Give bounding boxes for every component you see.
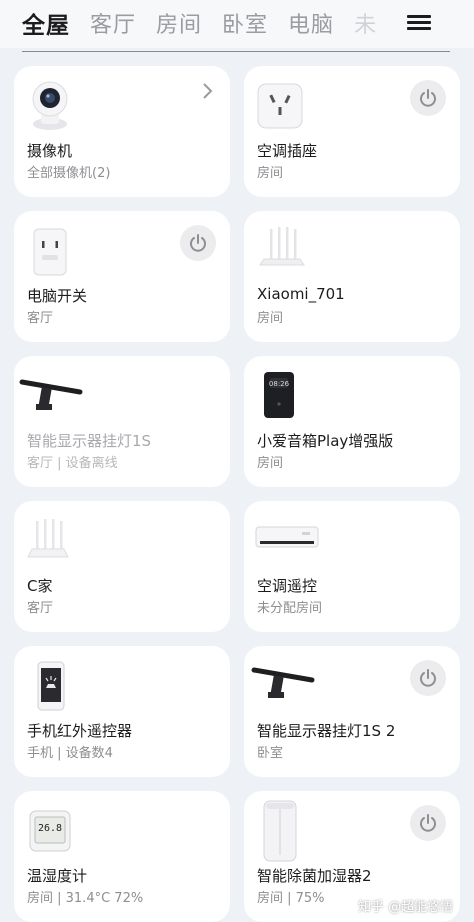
router-icon (27, 519, 69, 558)
power-icon (420, 814, 436, 832)
device-name: 智能显示器挂灯1S 2 (257, 722, 396, 740)
humidifier-icon (263, 800, 297, 862)
device-name: 空调遥控 (257, 577, 318, 595)
tab-living-room[interactable]: 客厅 (90, 7, 136, 39)
device-name: C家 (27, 577, 53, 595)
device-subtitle: 房间 | 75% (257, 891, 325, 906)
device-subtitle: 房间 (257, 311, 284, 326)
socket-icon (33, 228, 67, 276)
device-card-monitor-light-2[interactable]: 智能显示器挂灯1S 2 卧室 (244, 646, 460, 777)
menu-icon[interactable] (407, 12, 431, 34)
device-card-ac-socket[interactable]: 空调插座 房间 (244, 66, 460, 197)
power-button[interactable] (410, 660, 446, 696)
device-subtitle: 客厅 | 设备离线 (27, 456, 118, 471)
device-name: 温湿度计 (27, 867, 88, 885)
power-icon (190, 234, 206, 252)
top-bar: 全屋 客厅 房间 卧室 电脑 未 (0, 0, 474, 48)
device-subtitle: 未分配房间 (257, 601, 323, 616)
device-name: 空调插座 (257, 142, 318, 160)
thermo-reading: 26.8 (38, 823, 62, 834)
tab-computer[interactable]: 电脑 (288, 7, 334, 39)
device-subtitle: 卧室 (257, 746, 284, 761)
power-button[interactable] (180, 225, 216, 261)
power-button[interactable] (410, 805, 446, 841)
tab-unassigned[interactable]: 未 (354, 7, 377, 39)
device-name: 小爱音箱Play增强版 (257, 432, 394, 450)
monitor-light-icon (19, 379, 83, 410)
device-name: 电脑开关 (27, 287, 88, 305)
thermometer-icon: 26.8 (29, 810, 71, 852)
device-subtitle: 房间 | 31.4°C 72% (27, 891, 144, 906)
power-icon (420, 89, 436, 107)
device-card-camera[interactable]: 摄像机 全部摄像机(2) (14, 66, 230, 197)
device-name: 手机红外遥控器 (27, 722, 133, 740)
monitor-light-icon (251, 667, 315, 698)
room-tabs: 全屋 客厅 房间 卧室 电脑 未 (22, 6, 402, 40)
router-icon (259, 227, 305, 266)
device-card-xiaoai-speaker[interactable]: 08:26 小爱音箱Play增强版 房间 (244, 356, 460, 487)
ac-socket-icon (257, 83, 303, 129)
device-card-c-home[interactable]: C家 客厅 (14, 501, 230, 632)
device-card-ac-remote[interactable]: 空调遥控 未分配房间 (244, 501, 460, 632)
device-card-pc-switch[interactable]: 电脑开关 客厅 (14, 211, 230, 342)
device-subtitle: 手机 | 设备数4 (27, 746, 113, 761)
tab-all-home[interactable]: 全屋 (22, 6, 70, 40)
device-subtitle: 房间 (257, 456, 284, 471)
camera-icon (32, 81, 68, 130)
device-name: 智能除菌加湿器2 (257, 867, 372, 885)
power-icon (420, 669, 436, 687)
chevron-right-icon[interactable] (202, 82, 214, 100)
device-subtitle: 客厅 (27, 311, 54, 326)
phone-icon (37, 661, 65, 711)
power-button[interactable] (410, 80, 446, 116)
ac-unit-icon (255, 526, 319, 548)
device-card-router-701[interactable]: Xiaomi_701 房间 (244, 211, 460, 342)
device-card-phone-ir-remote[interactable]: 手机红外遥控器 手机 | 设备数4 (14, 646, 230, 777)
device-subtitle: 房间 (257, 166, 284, 181)
device-name: 摄像机 (27, 142, 73, 160)
device-subtitle: 全部摄像机(2) (27, 166, 111, 181)
divider (22, 51, 450, 52)
speaker-icon: 08:26 (264, 372, 294, 418)
device-card-thermo-hygrometer[interactable]: 26.8 温湿度计 房间 | 31.4°C 72% (14, 791, 230, 922)
tab-bedroom[interactable]: 卧室 (222, 7, 268, 39)
watermark: 知乎 @超能悠悟 (358, 900, 454, 915)
device-card-monitor-light[interactable]: 智能显示器挂灯1S 客厅 | 设备离线 (14, 356, 230, 487)
tab-room[interactable]: 房间 (156, 7, 202, 39)
device-name: 智能显示器挂灯1S (27, 432, 152, 450)
svg-text:08:26: 08:26 (269, 380, 290, 388)
device-subtitle: 客厅 (27, 601, 54, 616)
device-name: Xiaomi_701 (257, 285, 345, 303)
